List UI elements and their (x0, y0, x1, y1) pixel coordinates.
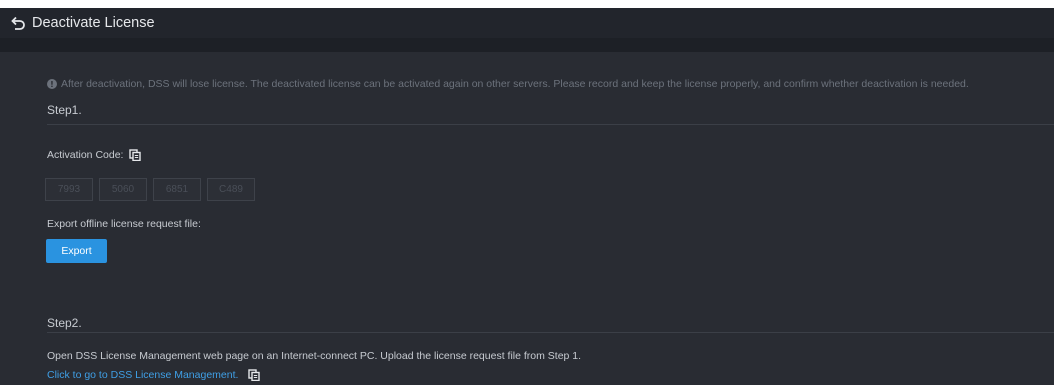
copy-icon[interactable] (248, 369, 261, 382)
activation-code-fields: 7993 5060 6851 C489 (45, 178, 255, 201)
step2-instruction: Open DSS License Management web page on … (47, 350, 582, 362)
content-area: ! After deactivation, DSS will lose lice… (0, 52, 1054, 385)
step2-title: Step2. (47, 316, 82, 330)
license-management-link[interactable]: Click to go to DSS License Management. (47, 369, 238, 381)
activation-code-segment-2: 5060 (99, 178, 147, 201)
activation-code-segment-4: C489 (207, 178, 255, 201)
activation-code-label: Activation Code: (47, 149, 124, 161)
export-label: Export offline license request file: (47, 218, 201, 230)
license-management-link-row: Click to go to DSS License Management. (47, 369, 261, 382)
activation-code-segment-1: 7993 (45, 178, 93, 201)
header-divider-band (0, 38, 1054, 52)
page-title: Deactivate License (32, 15, 155, 31)
deactivation-notice: ! After deactivation, DSS will lose lice… (47, 78, 969, 90)
activation-code-segment-3: 6851 (153, 178, 201, 201)
copy-icon[interactable] (129, 149, 142, 162)
deactivate-license-panel: Deactivate License ! After deactivation,… (0, 8, 1054, 385)
header-bar: Deactivate License (0, 8, 1054, 38)
notice-text: After deactivation, DSS will lose licens… (61, 78, 969, 90)
back-arrow-icon[interactable] (10, 15, 26, 31)
activation-code-label-row: Activation Code: (47, 149, 142, 162)
step1-title: Step1. (47, 103, 82, 117)
export-button[interactable]: Export (46, 239, 107, 263)
info-icon: ! (47, 79, 57, 89)
step1-divider (47, 124, 1054, 125)
step2-divider (47, 332, 1054, 333)
